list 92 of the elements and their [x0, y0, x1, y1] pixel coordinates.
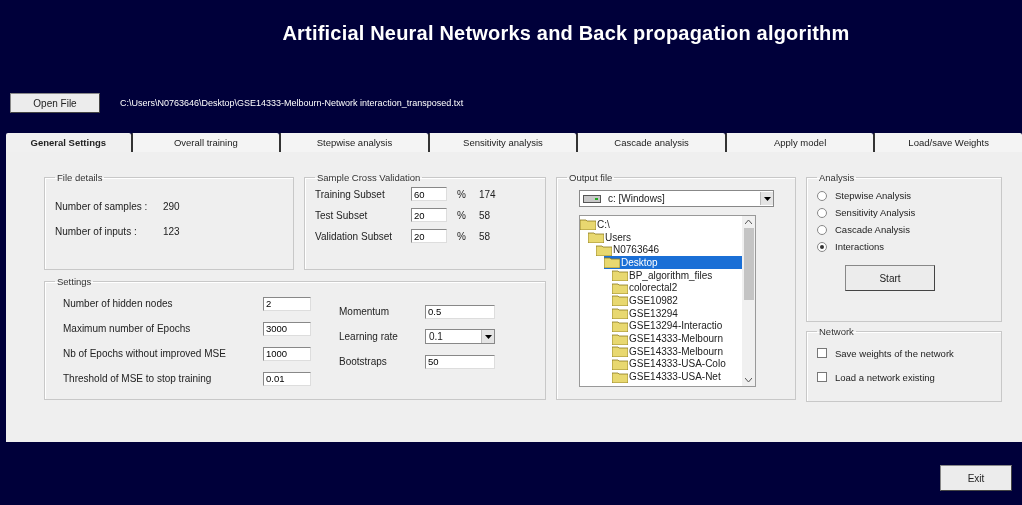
radio-button[interactable] — [817, 224, 827, 235]
group-title: Analysis — [818, 172, 856, 183]
folder-item[interactable]: GSE14333-USA-Net — [612, 370, 723, 383]
folder-item[interactable]: GSE10982 — [612, 294, 680, 307]
folder-item[interactable]: colorectal2 — [612, 281, 680, 295]
tab[interactable]: Sensitivity analysis — [427, 133, 577, 152]
folder-icon — [612, 345, 628, 358]
input-field[interactable]: 0.01 — [263, 371, 311, 386]
field-value: 290 — [163, 201, 180, 212]
field-label: Test Subset — [315, 209, 369, 221]
checkbox-option[interactable]: Save weights of the network — [817, 341, 991, 365]
unit-label: % — [457, 209, 467, 221]
tab[interactable]: Apply model — [724, 133, 874, 152]
field-value: 123 — [163, 226, 180, 237]
folder-icon — [580, 218, 596, 231]
scrollbar[interactable] — [742, 216, 755, 386]
radio-option[interactable]: Stepwise Analysis — [817, 187, 991, 204]
folder-icon — [612, 370, 628, 383]
radio-button[interactable] — [817, 241, 827, 252]
folder-item[interactable]: Users — [588, 230, 634, 244]
folder-icon — [604, 256, 620, 269]
group-title: Network — [818, 326, 855, 337]
caret-icon — [763, 196, 771, 201]
folder-item[interactable]: Desktop — [604, 256, 742, 269]
checkbox[interactable] — [817, 348, 827, 358]
window-title: Artificial Neural Networks and Back propagation algorithm — [281, 22, 851, 45]
folder-icon — [612, 357, 628, 370]
field-label: Number of hidden nodes — [62, 298, 174, 309]
folder-item[interactable]: BP_algorithm_files — [612, 268, 715, 282]
field-label: Number of inputs : — [55, 226, 138, 237]
field-label: Validation Subset — [315, 230, 394, 242]
drive-icon — [583, 194, 601, 203]
field-label: Momentum — [338, 306, 390, 317]
folder-icon — [596, 243, 612, 256]
folder-item[interactable]: GSE14333-Melbourn — [612, 344, 725, 358]
checkbox-option[interactable]: Load a network existing — [817, 365, 991, 389]
input-field[interactable]: 20 — [411, 208, 447, 222]
caret-icon — [484, 334, 492, 339]
input-field[interactable]: 60 — [411, 187, 447, 201]
tab[interactable]: General Settings — [6, 133, 131, 152]
field-label: Bootstraps — [338, 356, 388, 367]
radio-option[interactable]: Sensitivity Analysis — [817, 204, 991, 221]
start-button[interactable]: Start — [845, 265, 935, 291]
folder-icon — [612, 281, 628, 294]
folder-item[interactable]: GSE14333-USA-Colo — [612, 357, 728, 371]
unit-label: % — [457, 188, 467, 200]
field-label: Threshold of MSE to stop training — [62, 373, 213, 384]
field-label: Number of samples : — [55, 201, 149, 212]
input-field[interactable]: 3000 — [263, 321, 311, 336]
dropdown[interactable]: 0.1 — [425, 329, 495, 344]
unit-label: % — [457, 230, 467, 242]
folder-item[interactable]: GSE14333-Melbourn — [612, 332, 725, 345]
radio-option[interactable]: Interactions — [817, 238, 991, 255]
group-title: Settings — [56, 276, 93, 287]
open-file-button[interactable]: Open File — [10, 93, 100, 113]
file-path: C:\Users\N0763646\Desktop\GSE14333-Melbourn-Network interaction_transposed.txt — [120, 98, 464, 108]
radio-option[interactable]: Cascade Analysis — [817, 221, 991, 238]
folder-icon — [612, 332, 628, 345]
folder-icon — [612, 319, 628, 332]
folder-item[interactable]: C:\ — [580, 218, 612, 231]
field-label: Training Subset — [315, 188, 386, 200]
folder-icon — [612, 294, 628, 307]
group-title: Sample Cross Validation — [316, 172, 422, 183]
field-label: Nb of Epochs without improved MSE — [62, 348, 227, 359]
group-title: Output file — [568, 172, 614, 183]
folder-icon — [612, 307, 628, 320]
folder-item[interactable]: GSE13294 — [612, 306, 680, 320]
tab[interactable]: Overall training — [130, 133, 280, 152]
input-field[interactable]: 50 — [425, 354, 495, 369]
checkbox[interactable] — [817, 372, 827, 382]
group-title: File details — [56, 172, 104, 183]
field-label: Maximum number of Epochs — [62, 323, 192, 334]
sample-count: 58 — [479, 209, 491, 221]
tab[interactable]: Load/save Weights — [873, 133, 1022, 152]
input-field[interactable]: 0.5 — [425, 304, 495, 319]
sample-count: 58 — [479, 230, 491, 242]
scroll-up-icon[interactable] — [745, 220, 752, 224]
drive-dropdown[interactable]: c: [Windows] — [579, 190, 774, 207]
field-label: Learning rate — [338, 331, 399, 342]
folder-icon — [588, 231, 604, 244]
radio-button[interactable] — [817, 190, 827, 201]
input-field[interactable]: 2 — [263, 296, 311, 311]
tab[interactable]: Cascade analysis — [576, 133, 725, 152]
radio-button[interactable] — [817, 207, 827, 218]
folder-item[interactable]: N0763646 — [596, 243, 662, 257]
tab[interactable]: Stepwise analysis — [279, 133, 428, 152]
scroll-down-icon[interactable] — [745, 378, 752, 382]
sample-count: 174 — [479, 188, 496, 200]
exit-button[interactable]: Exit — [940, 465, 1012, 491]
input-field[interactable]: 1000 — [263, 346, 311, 361]
input-field[interactable]: 20 — [411, 229, 447, 243]
folder-item[interactable]: GSE13294-Interactio — [612, 319, 725, 333]
